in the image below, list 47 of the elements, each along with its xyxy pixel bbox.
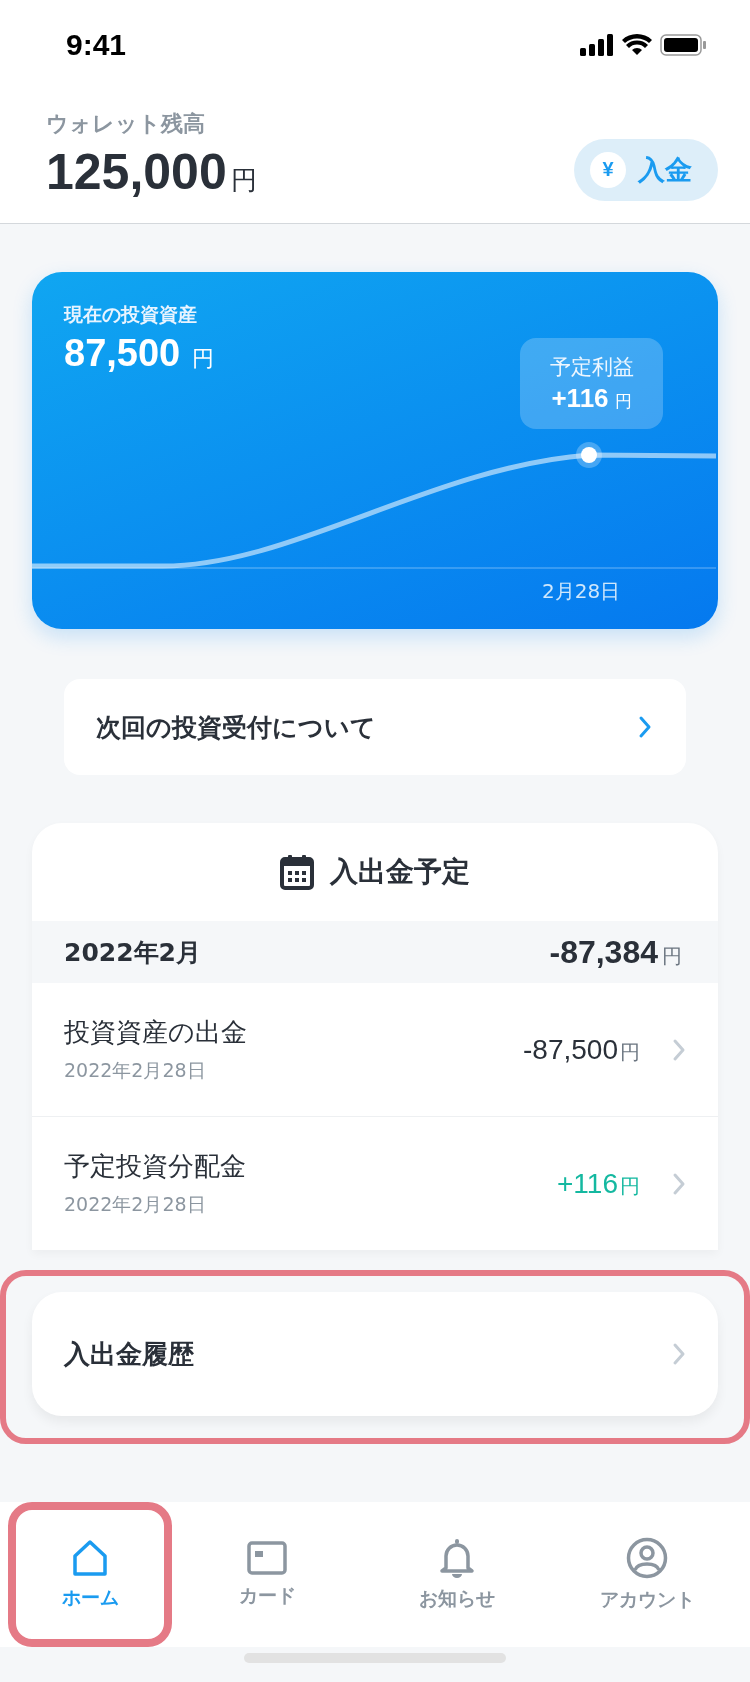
calendar-icon <box>280 854 314 890</box>
currency-unit: 円 <box>662 942 682 970</box>
item-date: 2022年2月28日 <box>64 1192 207 1217</box>
yen-icon: ¥ <box>590 151 626 188</box>
link-label: 次回の投資受付について <box>96 711 376 744</box>
currency-unit: 円 <box>230 163 257 197</box>
deposit-button[interactable]: ¥ 入金 <box>574 138 718 201</box>
schedule-item[interactable]: 投資資産の出金 2022年2月28日 -87,500 円 <box>32 983 718 1117</box>
person-icon <box>626 1536 668 1579</box>
item-title: 投資資産の出金 <box>64 1016 248 1049</box>
notice-link[interactable]: 次回の投資受付について <box>64 679 686 775</box>
chevron-right-icon <box>672 1171 686 1196</box>
item-title: 予定投資分配金 <box>64 1150 247 1183</box>
month-total: -87,384 <box>549 933 658 971</box>
card-title: 現在の投資資産 <box>64 302 198 327</box>
card-icon <box>247 1540 287 1575</box>
currency-unit: 円 <box>620 1172 640 1200</box>
tooltip-label: 予定利益 <box>549 354 634 381</box>
axis-date-label: 2月28日 <box>542 578 621 605</box>
section-title: 入出金予定 <box>330 854 470 890</box>
item-date: 2022年2月28日 <box>64 1058 207 1083</box>
currency-unit: 円 <box>614 390 632 413</box>
nav-tab[interactable]: カード <box>172 1502 362 1647</box>
chevron-right-icon <box>672 1037 686 1062</box>
battery-icon <box>660 34 706 56</box>
nav-tab[interactable]: お知らせ <box>362 1502 552 1647</box>
item-amount: -87,500 <box>523 1033 618 1066</box>
link-label: 入出金履歴 <box>64 1337 194 1371</box>
status-time: 9:41 <box>66 28 127 62</box>
history-link[interactable]: 入出金履歴 <box>32 1292 718 1416</box>
chevron-right-icon <box>638 715 652 739</box>
balance-label: ウォレット残高 <box>46 109 206 138</box>
signal-icon <box>580 34 614 56</box>
chevron-right-icon <box>672 1342 686 1366</box>
month-label: 2022年2月 <box>64 936 201 969</box>
schedule-item[interactable]: 予定投資分配金 2022年2月28日 +116 円 <box>32 1117 718 1250</box>
nav-tab[interactable]: アカウント <box>552 1502 742 1647</box>
asset-amount: 87,500 <box>64 332 181 375</box>
currency-unit: 円 <box>192 345 215 373</box>
currency-unit: 円 <box>620 1038 640 1066</box>
wifi-icon <box>622 34 652 56</box>
profit-amount: +116 <box>551 383 609 414</box>
item-amount: +116 <box>557 1167 618 1200</box>
balance-amount: 125,000 <box>46 142 227 201</box>
bell-icon <box>438 1537 476 1578</box>
home-icon <box>71 1538 109 1577</box>
nav-tab[interactable]: ホーム <box>8 1502 172 1647</box>
